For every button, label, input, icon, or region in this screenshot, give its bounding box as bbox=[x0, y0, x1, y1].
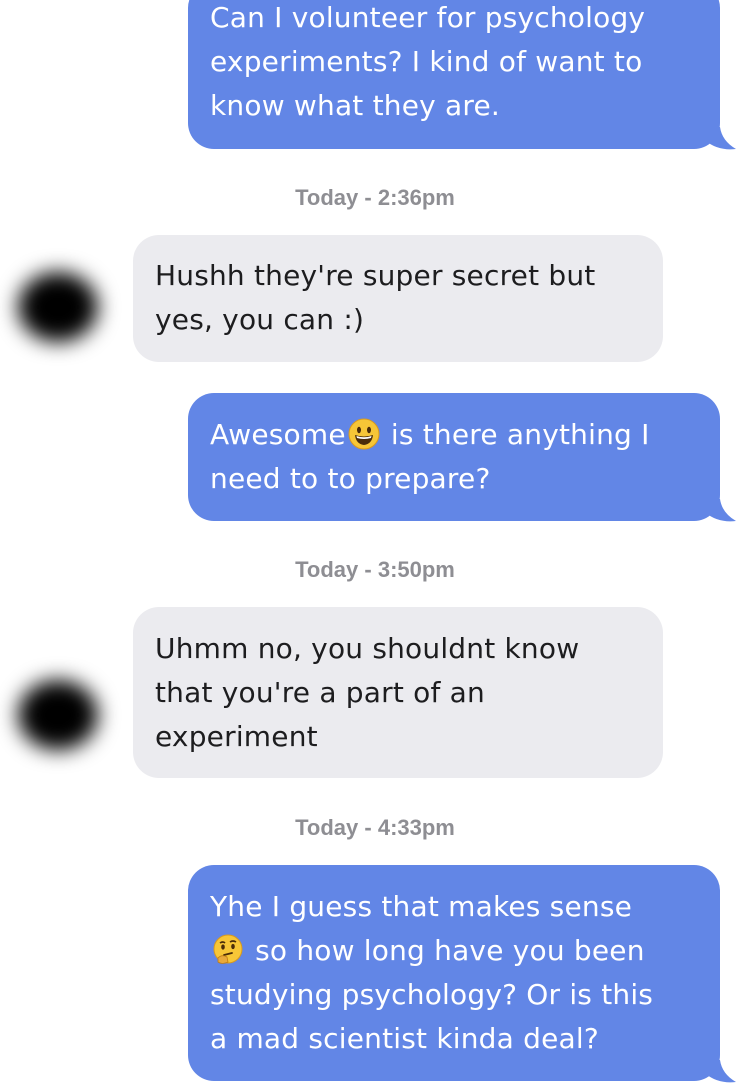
message-line: Hushh they're super secret but bbox=[155, 259, 596, 292]
sent-bubble-tail bbox=[706, 127, 736, 150]
sent-message-bubble[interactable]: Yhe I guess that makes sense so how long… bbox=[188, 865, 720, 1081]
sent-bubble-tail bbox=[706, 1060, 736, 1083]
message-line: yes, you can :) bbox=[155, 303, 365, 336]
received-message-bubble[interactable]: Hushh they're super secret but yes, you … bbox=[133, 235, 663, 362]
message-line: Can I volunteer for psychology bbox=[210, 1, 646, 34]
message-text: so how long have you been bbox=[246, 934, 645, 967]
message-line: need to to prepare? bbox=[210, 462, 491, 495]
message-line: so how long have you been bbox=[210, 929, 698, 973]
contact-avatar bbox=[18, 272, 98, 342]
message-line: Yhe I guess that makes sense bbox=[210, 890, 633, 923]
grinning-face-emoji-icon bbox=[348, 418, 380, 450]
message-line: studying psychology? Or is this bbox=[210, 978, 654, 1011]
message-line: experiment bbox=[155, 720, 318, 753]
timestamp: Today - 2:36pm bbox=[295, 185, 455, 210]
message-line: Awesome is there anything I bbox=[210, 413, 698, 457]
message-line: experiments? I kind of want to bbox=[210, 45, 643, 78]
sent-message-bubble[interactable]: Awesome is there anything I need to to p… bbox=[188, 393, 720, 521]
message-line: know what they are. bbox=[210, 89, 500, 122]
sent-bubble-tail bbox=[706, 499, 736, 522]
message-line: Uhmm no, you shouldnt know bbox=[155, 632, 580, 665]
message-text: is there anything I bbox=[381, 418, 650, 451]
timestamp: Today - 3:50pm bbox=[295, 557, 455, 582]
message-line: that you're a part of an bbox=[155, 676, 485, 709]
sent-message-bubble[interactable]: Can I volunteer for psychology experimen… bbox=[188, 0, 720, 149]
message-line: a mad scientist kinda deal? bbox=[210, 1022, 599, 1055]
chat-thread: Can I volunteer for psychology experimen… bbox=[0, 0, 750, 1088]
received-message-bubble[interactable]: Uhmm no, you shouldnt know that you're a… bbox=[133, 607, 663, 778]
thinking-face-emoji-icon bbox=[213, 934, 243, 964]
message-text: Awesome bbox=[210, 418, 346, 451]
timestamp: Today - 4:33pm bbox=[295, 815, 455, 840]
contact-avatar bbox=[18, 680, 98, 750]
